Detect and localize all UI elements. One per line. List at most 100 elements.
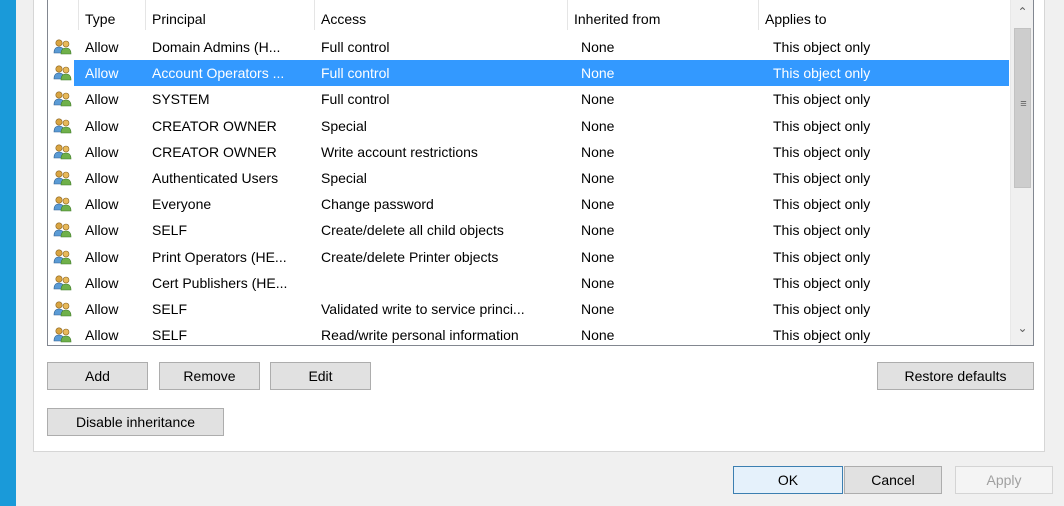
cell-applies: This object only (773, 249, 871, 265)
cell-principal: SELF (152, 327, 188, 343)
cell-applies: This object only (773, 39, 871, 55)
cell-access: Full control (321, 91, 390, 107)
users-group-icon (53, 38, 73, 56)
scrollbar-thumb[interactable]: ≡ (1014, 28, 1031, 188)
cell-access: Write account restrictions (321, 144, 478, 160)
cell-inherited: None (581, 327, 615, 343)
column-header-applies-to[interactable]: Applies to (759, 0, 1010, 30)
cell-access: Validated write to service princi... (321, 301, 525, 317)
list-header: Type Principal Access Inherited from App… (48, 0, 1010, 30)
users-group-icon (53, 117, 73, 135)
cell-applies: This object only (773, 91, 871, 107)
cell-inherited: None (581, 118, 615, 134)
cell-inherited: None (581, 91, 615, 107)
table-row[interactable]: Allow SELF Read/write personal information… (48, 322, 1010, 345)
scroll-up-arrow-icon[interactable]: ⌃ (1011, 2, 1033, 22)
cell-principal: Everyone (152, 196, 212, 212)
cell-type: Allow (85, 196, 119, 212)
edit-button[interactable]: Edit (270, 362, 371, 390)
cell-applies: This object only (773, 196, 871, 212)
disable-inheritance-button[interactable]: Disable inheritance (47, 408, 224, 436)
cell-applies: This object only (773, 301, 871, 317)
table-row[interactable]: Allow SELF Create/delete all child objects… (48, 217, 1010, 243)
permission-entries-list[interactable]: Type Principal Access Inherited from App… (47, 0, 1034, 346)
table-row[interactable]: Allow Authenticated Users Special None This … (48, 165, 1010, 191)
cell-type: Allow (85, 249, 119, 265)
cell-access: Read/write personal information (321, 327, 519, 343)
cell-applies: This object only (773, 170, 871, 186)
add-button[interactable]: Add (47, 362, 148, 390)
users-group-icon (53, 274, 73, 292)
table-row[interactable]: Allow Cert Publishers (HE... None This obje… (48, 270, 1010, 296)
vertical-scrollbar[interactable]: ⌃ ≡ ⌄ (1010, 0, 1033, 345)
apply-button[interactable]: Apply (955, 466, 1053, 494)
users-group-icon (53, 64, 73, 82)
cell-access: Create/delete Printer objects (321, 249, 499, 265)
cell-type: Allow (85, 327, 119, 343)
cell-principal: SELF (152, 301, 188, 317)
table-row[interactable]: Allow Print Operators (HE... Create/delete… (48, 244, 1010, 270)
cell-type: Allow (85, 39, 119, 55)
column-header-principal[interactable]: Principal (146, 0, 315, 30)
cell-type: Allow (85, 170, 119, 186)
cell-applies: This object only (773, 222, 871, 238)
cell-applies: This object only (773, 144, 871, 160)
restore-defaults-button[interactable]: Restore defaults (877, 362, 1034, 390)
cell-type: Allow (85, 222, 119, 238)
cell-applies: This object only (773, 118, 871, 134)
cell-access: Special (321, 118, 367, 134)
cell-access (321, 270, 571, 296)
column-header-inherited-from[interactable]: Inherited from (568, 0, 759, 30)
cell-applies: This object only (773, 327, 871, 343)
cell-inherited: None (581, 144, 615, 160)
table-row[interactable]: Allow SELF Validated write to service prin… (48, 296, 1010, 322)
cell-inherited: None (581, 65, 615, 81)
users-group-icon (53, 169, 73, 187)
table-row[interactable]: Allow SYSTEM Full control None This object o… (48, 86, 1010, 112)
table-row[interactable]: Allow Everyone Change password None This obj… (48, 191, 1010, 217)
column-header-icon[interactable] (48, 0, 79, 30)
users-group-icon (53, 326, 73, 344)
users-group-icon (53, 248, 73, 266)
table-row[interactable]: Allow Account Operators ... Full control No… (48, 60, 1010, 86)
users-group-icon (53, 221, 73, 239)
cell-principal: Cert Publishers (HE... (152, 275, 288, 291)
cell-access: Special (321, 170, 367, 186)
cancel-button[interactable]: Cancel (844, 466, 942, 494)
column-header-access[interactable]: Access (315, 0, 568, 30)
column-header-type[interactable]: Type (79, 0, 146, 30)
cell-type: Allow (85, 118, 119, 134)
users-group-icon (53, 90, 73, 108)
cell-applies: This object only (773, 275, 871, 291)
cell-inherited: None (581, 301, 615, 317)
cell-access: Create/delete all child objects (321, 222, 504, 238)
cell-inherited: None (581, 170, 615, 186)
users-group-icon (53, 300, 73, 318)
table-row[interactable]: Allow CREATOR OWNER Special None This object… (48, 113, 1010, 139)
cell-inherited: None (581, 222, 615, 238)
remove-button[interactable]: Remove (159, 362, 260, 390)
table-row[interactable]: Allow Domain Admins (H... Full control None… (48, 34, 1010, 60)
cell-inherited: None (581, 196, 615, 212)
cell-type: Allow (85, 91, 119, 107)
scroll-down-arrow-icon[interactable]: ⌄ (1011, 318, 1033, 338)
ok-button[interactable]: OK (733, 466, 843, 494)
cell-principal: CREATOR OWNER (152, 144, 277, 160)
cell-type: Allow (85, 65, 119, 81)
cell-principal: Print Operators (HE... (152, 249, 287, 265)
users-group-icon (53, 143, 73, 161)
cell-inherited: None (581, 39, 615, 55)
users-group-icon (53, 195, 73, 213)
cell-principal: Domain Admins (H... (152, 39, 281, 55)
cell-inherited: None (581, 275, 615, 291)
cell-inherited: None (581, 249, 615, 265)
cell-type: Allow (85, 301, 119, 317)
cell-principal: SYSTEM (152, 91, 210, 107)
window-accent-border (0, 0, 16, 506)
cell-principal: CREATOR OWNER (152, 118, 277, 134)
table-row[interactable]: Allow CREATOR OWNER Write account restrict… (48, 139, 1010, 165)
cell-access: Full control (321, 65, 390, 81)
cell-applies: This object only (773, 65, 871, 81)
scrollbar-grip-icon: ≡ (1020, 98, 1027, 110)
cell-type: Allow (85, 275, 119, 291)
